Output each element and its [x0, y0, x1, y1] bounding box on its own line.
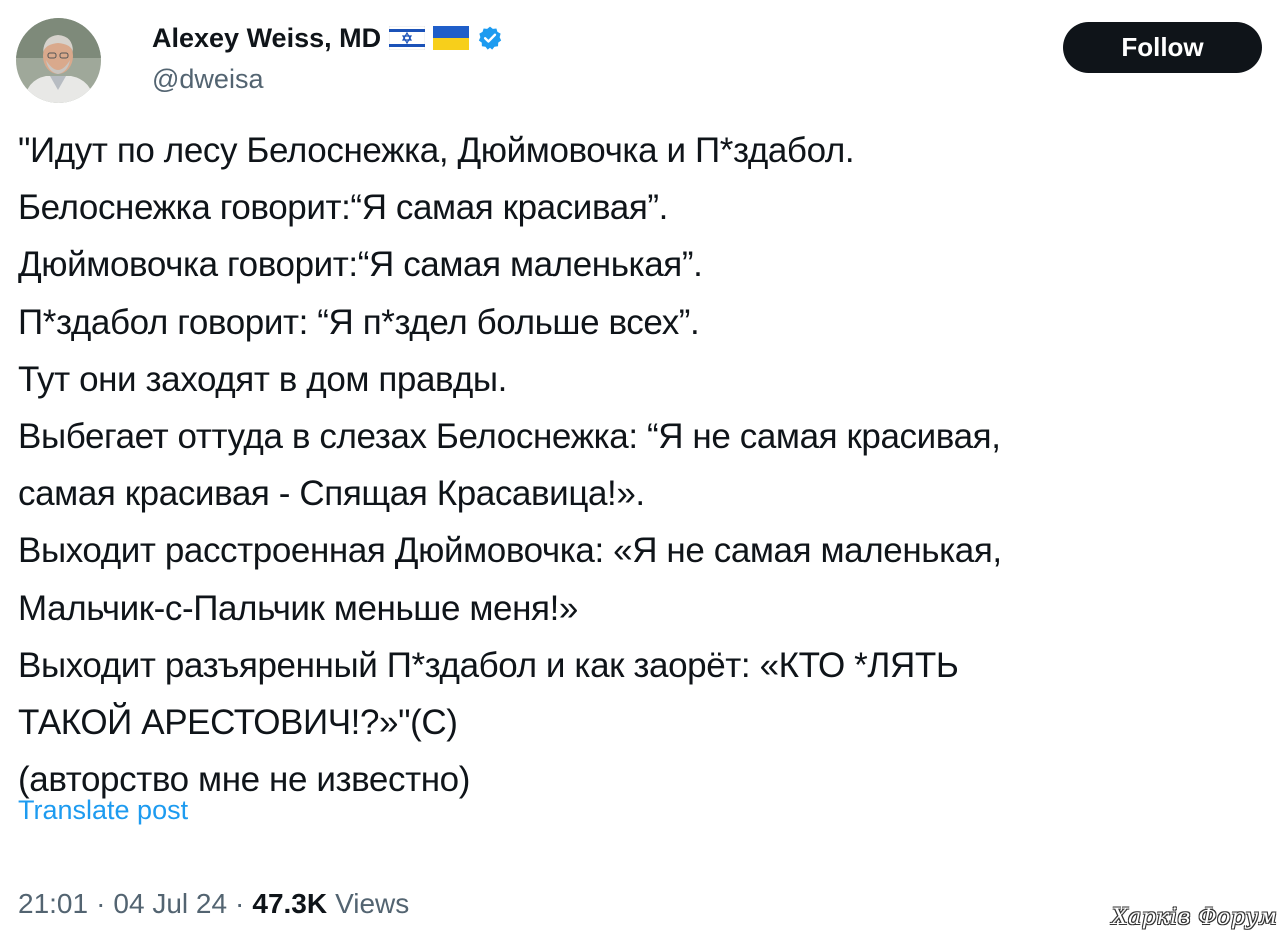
author-header: Alexey Weiss, MD	[152, 20, 503, 56]
author-display-name[interactable]: Alexey Weiss, MD	[152, 23, 381, 54]
avatar[interactable]	[16, 18, 101, 103]
follow-button[interactable]: Follow	[1063, 22, 1262, 73]
israel-flag-icon	[389, 26, 426, 50]
post-text-line: Выбегает оттуда в слезах Белоснежка: “Я …	[18, 417, 1001, 457]
post-card: Alexey Weiss, MD @dweisa Follow "Идут по…	[0, 0, 1280, 949]
watermark: Харків Форум	[1112, 905, 1278, 930]
post-time[interactable]: 21:01	[18, 888, 88, 920]
post-text-line: "Идут по лесу Белоснежка, Дюймовочка и П…	[18, 131, 855, 170]
post-text-line: Мальчик-с-Пальчик меньше меня!»	[18, 588, 578, 628]
post-text-line: (авторство мне не известно)	[18, 760, 470, 800]
ukraine-flag-icon	[433, 26, 470, 50]
post-text-line: ТАКОЙ АРЕСТОВИЧ!?»"(С)	[18, 703, 458, 743]
post-text: "Идут по лесу Белоснежка, Дюймовочка и П…	[18, 122, 1268, 808]
verified-badge-icon[interactable]	[477, 25, 503, 51]
post-text-line: Тут они заходят в дом правды.	[18, 359, 507, 399]
post-date[interactable]: 04 Jul 24	[113, 888, 227, 920]
post-meta: 21:01 · 04 Jul 24 · 47.3K Views	[18, 888, 409, 920]
post-text-line: Белоснежка говорит:“Я самая красивая”.	[18, 188, 668, 228]
post-text-line: Дюймовочка говорит:“Я самая маленькая”.	[18, 245, 703, 285]
views-label: Views	[335, 888, 410, 919]
meta-separator: ·	[96, 888, 106, 919]
post-text-line: самая красивая - Спящая Красавица!».	[18, 474, 645, 514]
meta-separator: ·	[235, 888, 245, 919]
post-text-line: П*здабол говорит: “Я п*здел больше всех”…	[18, 302, 700, 342]
views-count: 47.3K	[252, 888, 328, 919]
translate-post-link[interactable]: Translate post	[18, 795, 188, 826]
author-handle[interactable]: @dweisa	[152, 64, 263, 95]
avatar-photo-icon	[16, 18, 101, 103]
post-text-line: Выходит расстроенная Дюймовочка: «Я не с…	[18, 531, 1002, 571]
post-text-line: Выходит разъяренный П*здабол и как заорё…	[18, 645, 959, 685]
